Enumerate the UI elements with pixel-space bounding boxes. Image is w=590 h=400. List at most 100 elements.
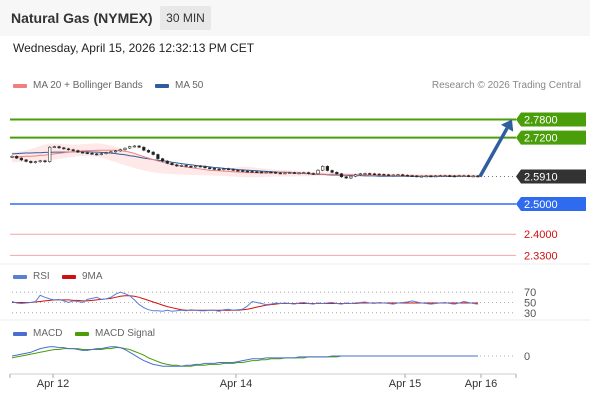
price-candle — [462, 175, 466, 177]
price-level-label: 2.3300 — [524, 250, 558, 262]
price-candle — [438, 175, 442, 177]
price-candle — [114, 150, 118, 153]
price-candle — [29, 161, 33, 163]
price-candle — [241, 170, 245, 172]
price-candle — [419, 175, 424, 178]
price-candle — [259, 171, 264, 174]
projection-arrow-shaft — [478, 127, 509, 178]
price-candle — [264, 171, 268, 174]
price-candle — [231, 169, 235, 171]
price-candle — [358, 173, 362, 176]
x-axis-tick-label: Apr 15 — [389, 378, 421, 390]
price-candle — [302, 172, 306, 174]
price-candle — [85, 152, 89, 154]
price-candle — [278, 172, 282, 175]
price-candle — [349, 175, 353, 179]
price-candle — [391, 174, 395, 177]
price-candle — [19, 157, 24, 161]
price-candle — [208, 167, 212, 170]
price-candle — [321, 166, 325, 171]
price-candle — [33, 161, 38, 163]
price-candle — [353, 174, 358, 177]
price-candle — [236, 169, 240, 172]
price-candle — [38, 160, 42, 163]
price-candle — [410, 175, 414, 177]
price-candle — [424, 175, 428, 178]
rsi-line — [11, 291, 479, 312]
price-candle — [142, 146, 146, 151]
price-candle — [316, 169, 320, 175]
price-candle — [161, 158, 165, 162]
price-candle — [128, 146, 132, 149]
price-candle — [245, 170, 250, 173]
price-candle — [66, 148, 71, 151]
price-candle — [170, 162, 174, 165]
price-candle — [43, 160, 47, 163]
rsi-level-label: 30 — [524, 308, 536, 320]
chart-canvas: 2.78002.72002.59102.50002.40002.33007050… — [0, 112, 590, 390]
price-candle — [198, 165, 202, 168]
price-level-label: 2.7800 — [524, 114, 558, 126]
price-candle — [471, 175, 475, 178]
price-candle — [368, 173, 372, 175]
price-candle — [15, 156, 19, 159]
price-candle — [288, 172, 292, 174]
price-candle — [372, 173, 377, 176]
price-candle — [194, 165, 198, 168]
price-candle — [476, 175, 480, 178]
price-candle — [429, 175, 433, 178]
price-candle — [203, 166, 207, 169]
x-axis-tick-label: Apr 16 — [465, 378, 497, 390]
price-candle — [62, 147, 66, 150]
price-candle — [52, 146, 56, 148]
price-candle — [386, 174, 391, 176]
price-candle — [175, 164, 179, 167]
price-candle — [377, 173, 381, 176]
price-candle — [396, 174, 400, 176]
price-candle — [57, 146, 61, 149]
price-candle — [71, 149, 75, 151]
price-candle — [297, 172, 301, 175]
price-candle — [415, 175, 419, 178]
price-candle — [283, 172, 287, 175]
price-candle — [123, 147, 127, 150]
price-candle — [443, 175, 447, 177]
price-candle — [344, 176, 348, 179]
price-candle — [292, 172, 297, 174]
price-candle — [184, 165, 188, 167]
price-candle — [212, 168, 217, 170]
price-candle — [466, 175, 471, 177]
price-candle — [330, 170, 334, 173]
price-level-label: 2.5910 — [524, 172, 558, 184]
price-candle — [95, 153, 99, 156]
price-candle — [81, 151, 85, 154]
price-candle — [179, 165, 184, 167]
price-candle — [457, 175, 461, 177]
price-candle — [250, 171, 254, 173]
x-axis-tick-label: Apr 12 — [37, 378, 69, 390]
price-candle — [99, 153, 103, 155]
price-candle — [146, 150, 151, 153]
price-candle — [217, 168, 221, 171]
price-candle — [339, 173, 344, 178]
price-candle — [10, 156, 14, 158]
price-candle — [189, 166, 193, 168]
price-candle — [325, 166, 330, 171]
price-candle — [255, 171, 259, 173]
price-candle — [382, 174, 386, 176]
price-level-label: 2.5000 — [524, 199, 558, 211]
price-candle — [132, 145, 137, 148]
price-level-label: 2.4000 — [524, 229, 558, 241]
price-candle — [401, 174, 405, 176]
price-candle — [76, 150, 80, 153]
price-level-label: 2.7200 — [524, 133, 558, 145]
macd-level-label: 0 — [524, 351, 530, 363]
price-candle — [156, 154, 160, 159]
price-candle — [226, 168, 231, 170]
x-axis-tick-label: Apr 14 — [220, 378, 252, 390]
price-candle — [222, 168, 226, 170]
price-candle — [269, 171, 273, 174]
price-candle — [273, 172, 278, 174]
price-candle — [109, 151, 113, 154]
price-candle — [48, 146, 52, 162]
